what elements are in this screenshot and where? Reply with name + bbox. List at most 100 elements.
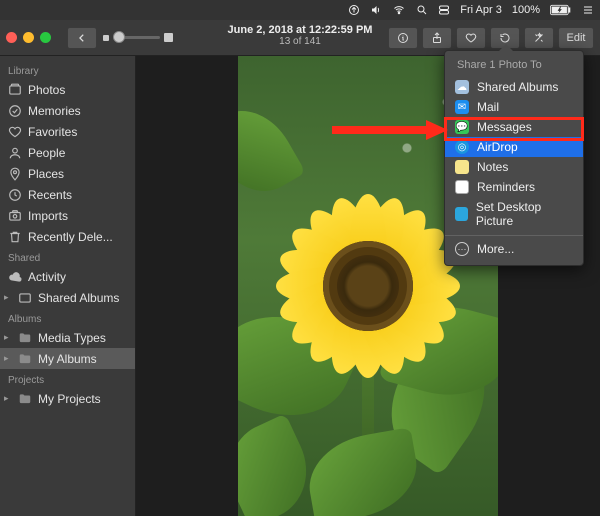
photos-icon [8, 83, 22, 97]
people-icon [8, 146, 22, 160]
mail-icon: ✉ [455, 100, 469, 114]
folder-icon [18, 331, 32, 345]
sidebar-item-label: Places [28, 167, 64, 181]
sidebar-item-my-projects[interactable]: ▸ My Projects [0, 388, 135, 409]
share-button[interactable] [422, 27, 452, 49]
cloud-icon [8, 270, 22, 284]
sidebar-item-recently-deleted[interactable]: Recently Dele... [0, 226, 135, 247]
photo-counter: 13 of 141 [228, 36, 373, 47]
sidebar-item-imports[interactable]: Imports [0, 205, 135, 226]
menubar-battery-pct: 100% [512, 4, 540, 16]
window-minimize-button[interactable] [23, 32, 34, 43]
share-menu-item-more[interactable]: ⋯ More... [445, 235, 583, 259]
share-menu-item-label: Shared Albums [477, 80, 558, 94]
sidebar-item-activity[interactable]: Activity [0, 266, 135, 287]
mac-menubar: Fri Apr 3 100% [0, 0, 600, 20]
section-label-shared: Shared [0, 247, 135, 266]
disclosure-icon[interactable]: ▸ [4, 332, 12, 343]
wifi-menu-icon[interactable] [392, 4, 406, 16]
section-label-projects: Projects [0, 369, 135, 388]
share-menu-item-reminders[interactable]: Reminders [445, 177, 583, 197]
sidebar-item-memories[interactable]: Memories [0, 100, 135, 121]
places-icon [8, 167, 22, 181]
sidebar: Library Photos Memories Favorites People… [0, 56, 136, 516]
imports-icon [8, 209, 22, 223]
sidebar-item-people[interactable]: People [0, 142, 135, 163]
spotlight-menu-icon[interactable] [416, 4, 428, 16]
recents-icon [8, 188, 22, 202]
sidebar-item-label: Recently Dele... [28, 230, 113, 244]
share-menu-item-label: Set Desktop Picture [476, 200, 573, 228]
window-close-button[interactable] [6, 32, 17, 43]
sharedalbums-icon [18, 291, 32, 305]
section-label-albums: Albums [0, 308, 135, 327]
airdrop-icon: ◎ [455, 140, 469, 154]
trash-icon [8, 230, 22, 244]
sidebar-item-label: My Albums [38, 352, 97, 366]
sidebar-item-label: Recents [28, 188, 72, 202]
share-menu-item-notes[interactable]: Notes [445, 157, 583, 177]
window-zoom-button[interactable] [40, 32, 51, 43]
section-label-library: Library [0, 60, 135, 79]
sidebar-item-label: Photos [28, 83, 65, 97]
sidebar-item-shared-albums[interactable]: ▸ Shared Albums [0, 287, 135, 308]
edit-button[interactable]: Edit [558, 27, 594, 49]
share-menu-item-label: More... [477, 242, 514, 256]
share-menu-item-shared-albums[interactable]: ☁ Shared Albums [445, 77, 583, 97]
disclosure-icon[interactable]: ▸ [4, 353, 12, 364]
share-menu-item-mail[interactable]: ✉ Mail [445, 97, 583, 117]
messages-icon: 💬 [455, 120, 469, 134]
favorite-button[interactable] [456, 27, 486, 49]
photo-timestamp: June 2, 2018 at 12:22:59 PM [228, 24, 373, 36]
more-icon: ⋯ [455, 242, 469, 256]
heart-icon [8, 125, 22, 139]
share-menu-item-label: Reminders [477, 180, 535, 194]
info-button[interactable] [388, 27, 418, 49]
sidebar-item-my-albums[interactable]: ▸ My Albums [0, 348, 135, 369]
notifications-menu-icon[interactable] [582, 4, 594, 16]
share-menu-item-airdrop[interactable]: ◎ AirDrop [445, 137, 583, 157]
sidebar-item-favorites[interactable]: Favorites [0, 121, 135, 142]
sidebar-item-places[interactable]: Places [0, 163, 135, 184]
share-menu-header: Share 1 Photo To [445, 57, 583, 77]
enhance-button[interactable] [524, 27, 554, 49]
memories-icon [8, 104, 22, 118]
share-menu-item-set-desktop-picture[interactable]: Set Desktop Picture [445, 197, 583, 231]
sidebar-item-photos[interactable]: Photos [0, 79, 135, 100]
share-menu-item-label: Mail [477, 100, 499, 114]
sidebar-item-label: Media Types [38, 331, 106, 345]
sidebar-item-recents[interactable]: Recents [0, 184, 135, 205]
disclosure-icon[interactable]: ▸ [4, 292, 12, 303]
window-controls [6, 32, 51, 43]
controlcenter-menu-icon[interactable] [438, 4, 450, 16]
cloud-icon: ☁ [455, 80, 469, 94]
notes-icon [455, 160, 469, 174]
zoom-in-icon [164, 33, 173, 42]
zoom-out-icon [103, 35, 109, 41]
share-menu-item-label: Notes [477, 160, 508, 174]
title-block: June 2, 2018 at 12:22:59 PM 13 of 141 [228, 24, 373, 47]
sidebar-item-label: Shared Albums [38, 291, 119, 305]
sidebar-item-label: Activity [28, 270, 66, 284]
folder-icon [18, 392, 32, 406]
zoom-slider[interactable] [103, 33, 173, 42]
share-menu-item-messages[interactable]: 💬 Messages [445, 117, 583, 137]
desktop-icon [455, 207, 468, 221]
upload-menu-icon[interactable] [348, 4, 360, 16]
sidebar-item-media-types[interactable]: ▸ Media Types [0, 327, 135, 348]
disclosure-icon[interactable]: ▸ [4, 393, 12, 404]
volume-menu-icon[interactable] [370, 4, 382, 16]
sidebar-item-label: Favorites [28, 125, 77, 139]
folder-icon [18, 352, 32, 366]
sidebar-item-label: Memories [28, 104, 81, 118]
back-button[interactable] [67, 27, 97, 49]
share-menu-popover: Share 1 Photo To ☁ Shared Albums ✉ Mail … [444, 50, 584, 266]
share-menu-item-label: AirDrop [477, 140, 518, 154]
share-menu-item-label: Messages [477, 120, 532, 134]
sidebar-item-label: People [28, 146, 65, 160]
battery-menu-icon[interactable] [550, 4, 572, 16]
menubar-clock[interactable]: Fri Apr 3 [460, 4, 502, 16]
reminders-icon [455, 180, 469, 194]
sidebar-item-label: My Projects [38, 392, 101, 406]
sidebar-item-label: Imports [28, 209, 68, 223]
